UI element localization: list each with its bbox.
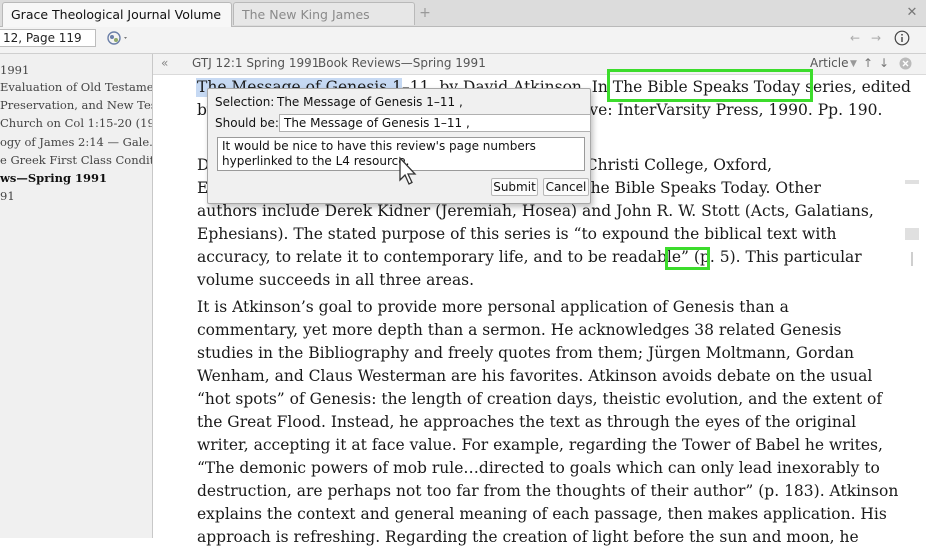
arrow-up-icon[interactable]: ↑ <box>863 56 873 70</box>
article-line: Wenham, and Claus Westerman are his favo… <box>197 367 873 385</box>
sidebar-item[interactable]: Preservation, and New Test... <box>0 98 152 112</box>
article-line: writer, accepting it at face value. For … <box>197 436 883 454</box>
article-line: accuracy, to relate it to contemporary l… <box>197 248 862 266</box>
breadcrumb-journal[interactable]: GTJ 12:1 Spring 1991 <box>192 56 319 70</box>
add-tab-icon[interactable]: + <box>418 3 432 23</box>
chevron-down-icon: ▼ <box>850 59 857 69</box>
forward-arrow-icon[interactable]: → <box>871 31 881 45</box>
sidebar-item[interactable]: ogy of James 2:14 — Gale... <box>0 135 152 149</box>
close-icon[interactable]: ✕ <box>904 5 920 21</box>
selection-label: Selection: <box>215 95 275 109</box>
sidebar-item-active[interactable]: ws—Spring 1991 <box>0 171 152 185</box>
article-line: Ephesians). The stated purpose of this s… <box>197 225 837 243</box>
mouse-cursor-icon <box>399 156 417 185</box>
tab-bar: Grace Theological Journal Volume 12 The … <box>0 0 926 45</box>
sidebar-item[interactable]: 91 <box>0 189 152 203</box>
back-arrow-icon[interactable]: ← <box>850 31 860 45</box>
article-line: explains the context and general meaning… <box>197 505 887 523</box>
sidebar-item[interactable]: e Greek First Class Condit... <box>0 153 152 167</box>
selection-value: The Message of Genesis 1–11 , <box>277 95 463 109</box>
should-be-input[interactable]: The Message of Genesis 1–11 , <box>279 114 591 132</box>
toolbar: ← → <box>0 27 926 54</box>
table-of-contents-sidebar: 1991 Evaluation of Old Testamen... Prese… <box>0 54 153 538</box>
close-panel-icon[interactable] <box>899 57 912 73</box>
breadcrumb-section[interactable]: Book Reviews—Spring 1991 <box>318 56 486 70</box>
chevron-right-icon: › <box>307 56 312 70</box>
should-be-label: Should be: <box>215 116 279 130</box>
article-line: approach is refreshing. Regarding the cr… <box>197 528 859 546</box>
article-line: the Great Flood. Instead, he approaches … <box>197 413 857 431</box>
info-icon[interactable] <box>894 30 910 49</box>
visual-filter-icon[interactable] <box>106 30 130 51</box>
scroll-marker <box>911 252 913 266</box>
article-line: studies in the Bibliography and freely q… <box>197 344 855 362</box>
tab-grace-theological-journal[interactable]: Grace Theological Journal Volume 12 <box>2 2 232 45</box>
submit-button[interactable]: Submit <box>491 178 538 196</box>
highlight-series-title <box>607 69 813 102</box>
sidebar-item[interactable]: 1991 <box>0 63 152 77</box>
article-dropdown[interactable]: Article <box>810 56 849 70</box>
article-line: “hot spots” of Genesis: the length of cr… <box>197 390 883 408</box>
arrow-down-icon[interactable]: ↓ <box>879 56 889 70</box>
article-line: It is Atkinson’s goal to provide more pe… <box>197 298 789 316</box>
article-line: “The demonic powers of mob rule…directed… <box>197 459 880 477</box>
article-line: volume succeeds in all three areas. <box>197 271 475 289</box>
article-line: authors include Derek Kidner (Jeremiah, … <box>197 202 874 220</box>
sidebar-item[interactable]: Church on Col 1:15-20 (1980-1... <box>0 116 152 130</box>
scroll-thumb[interactable] <box>905 228 919 240</box>
reference-input[interactable] <box>0 29 96 47</box>
article-line: destruction, are perhaps not too far fro… <box>197 482 899 500</box>
cancel-button[interactable]: Cancel <box>543 178 589 196</box>
sidebar-item[interactable]: Evaluation of Old Testamen... <box>0 80 152 94</box>
collapse-sidebar-icon[interactable]: « <box>161 56 168 70</box>
scroll-marker <box>905 180 919 184</box>
tab-new-king-james[interactable]: The New King James Version <box>233 2 415 45</box>
article-line: commentary, yet more depth than a sermon… <box>197 321 842 339</box>
highlight-page-reference <box>665 247 710 270</box>
